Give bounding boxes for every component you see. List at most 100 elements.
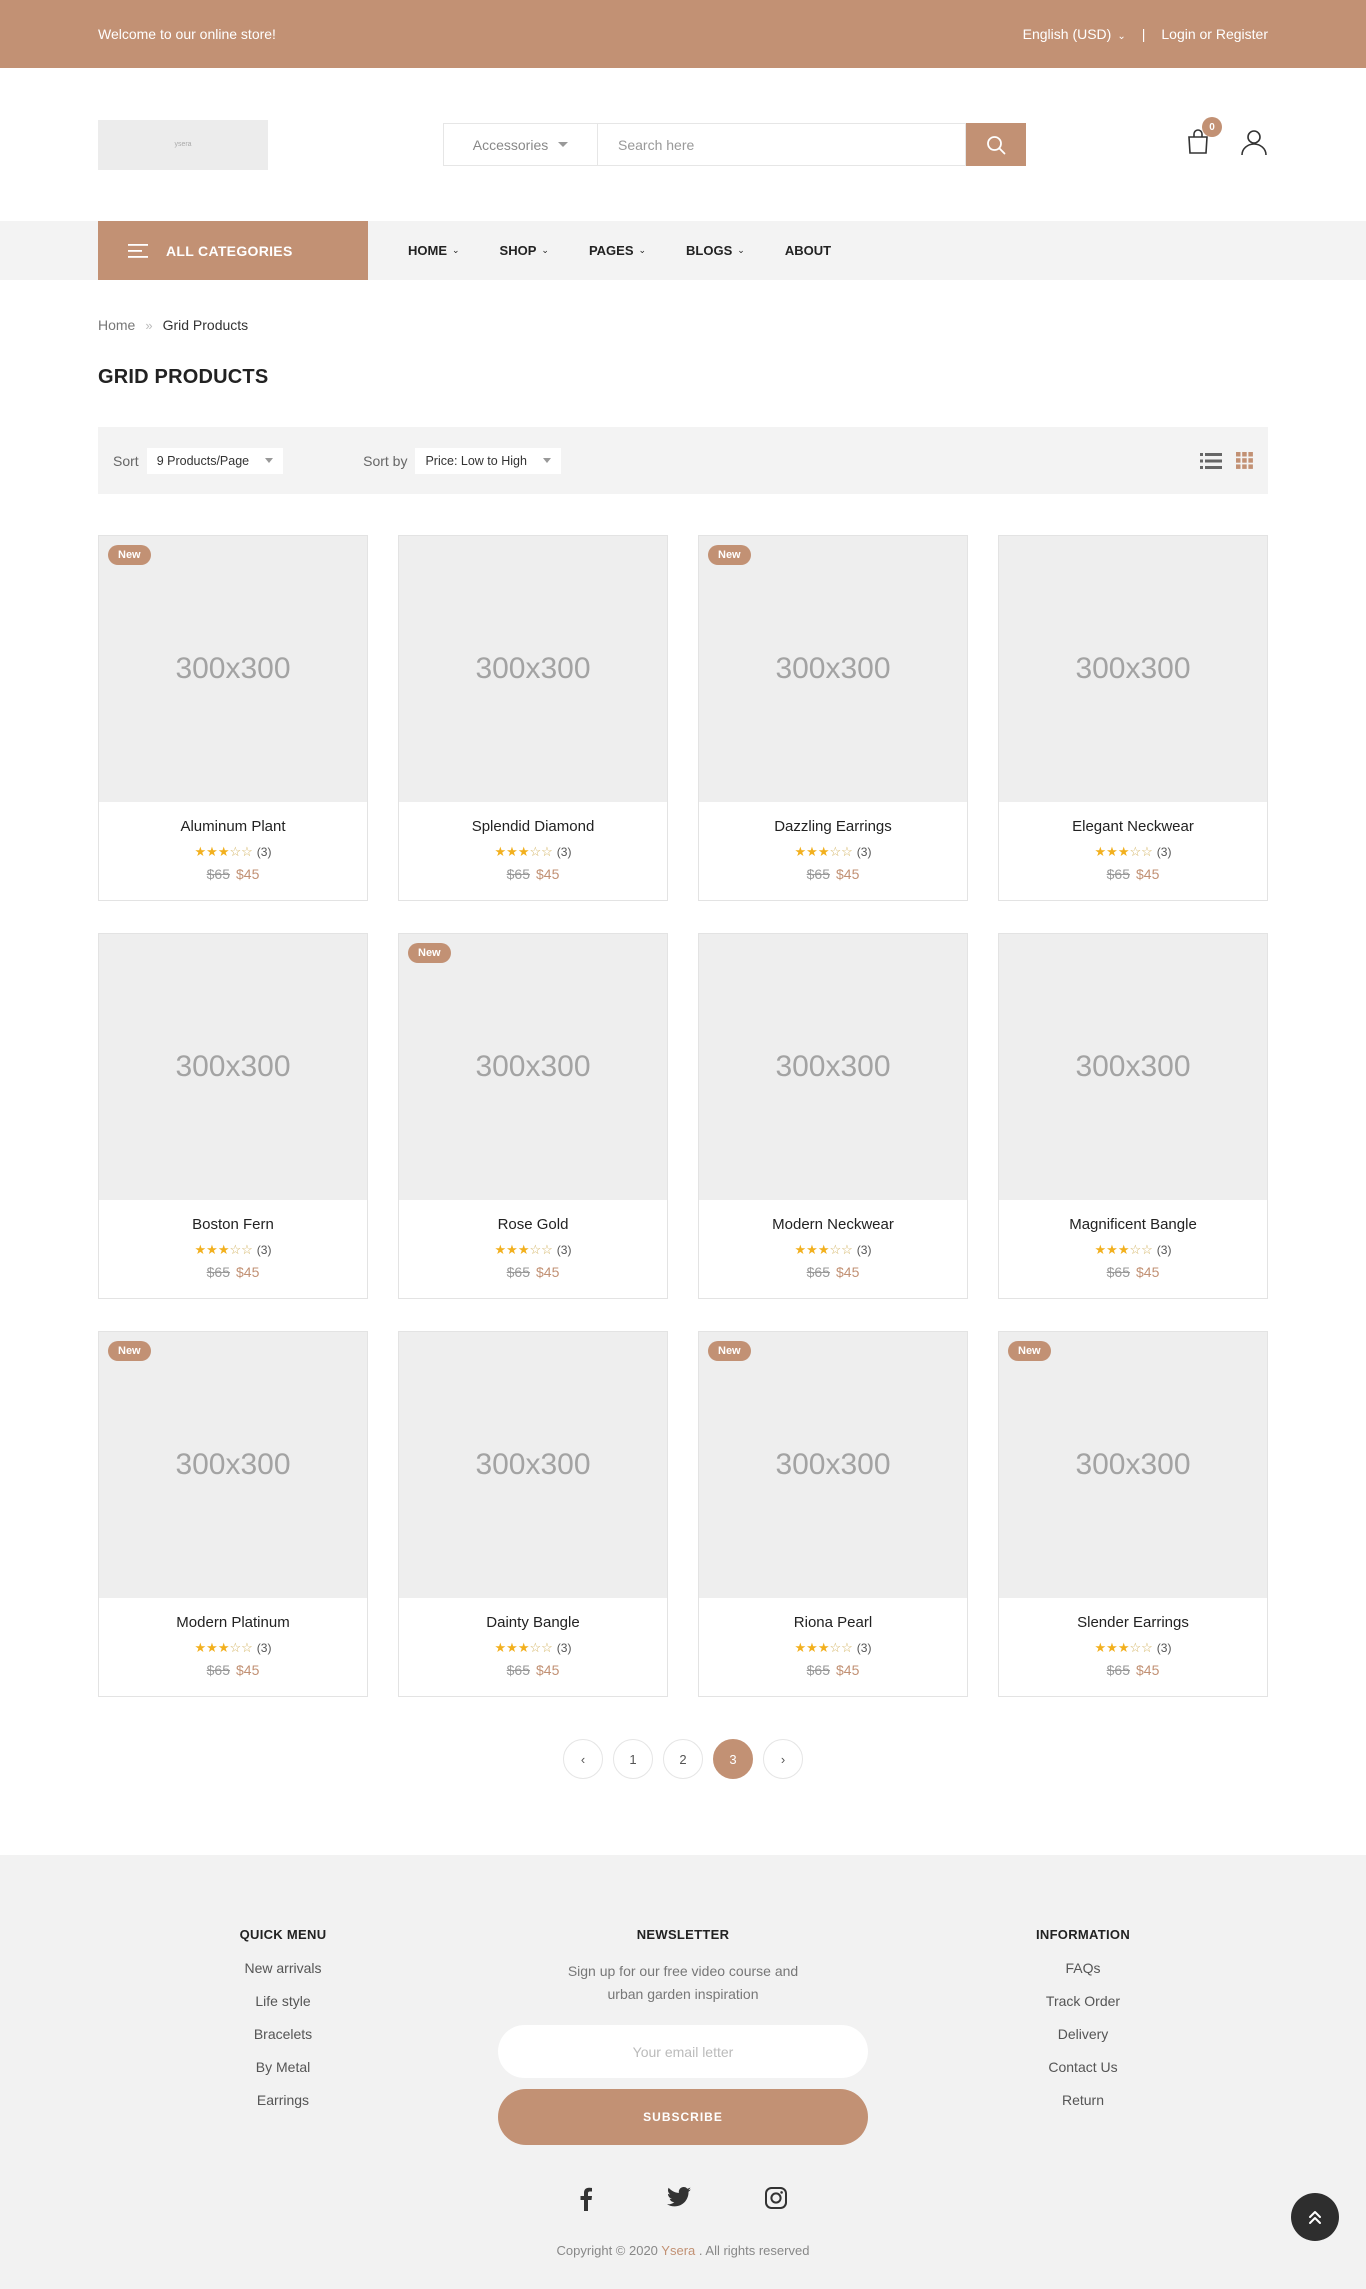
product-name[interactable]: Rose Gold (399, 1216, 667, 1233)
search-input[interactable]: Search here (598, 123, 966, 166)
product-card[interactable]: 300x300 Boston Fern ★★★☆☆ (3) $65 $45 (98, 933, 368, 1299)
product-card[interactable]: New 300x300 Dazzling Earrings ★★★☆☆ (3) … (698, 535, 968, 901)
login-link[interactable]: Login or Register (1161, 26, 1268, 42)
language-selector[interactable]: English (USD) ⌄ (1023, 26, 1126, 42)
product-rating: ★★★☆☆ (3) (699, 1242, 967, 1258)
nav-item-label: BLOGS (686, 243, 733, 258)
star-filled-icon: ★ (806, 1640, 818, 1655)
product-image[interactable]: 300x300 (399, 1332, 667, 1598)
product-name[interactable]: Riona Pearl (699, 1614, 967, 1631)
category-select[interactable]: Accessories (443, 123, 598, 166)
product-card[interactable]: 300x300 Dainty Bangle ★★★☆☆ (3) $65 $45 (398, 1331, 668, 1697)
product-card[interactable]: New 300x300 Riona Pearl ★★★☆☆ (3) $65 $45 (698, 1331, 968, 1697)
product-name[interactable]: Modern Platinum (99, 1614, 367, 1631)
product-card[interactable]: 300x300 Splendid Diamond ★★★☆☆ (3) $65 $4… (398, 535, 668, 901)
list-view-icon[interactable] (1200, 452, 1222, 470)
product-name[interactable]: Dainty Bangle (399, 1614, 667, 1631)
nav-item-pages[interactable]: PAGES ⌄ (589, 243, 646, 258)
search-icon (987, 135, 1006, 154)
footer-link[interactable]: Return (898, 2092, 1268, 2108)
star-empty-icon: ☆ (529, 1242, 542, 1257)
product-card[interactable]: 300x300 Elegant Neckwear ★★★☆☆ (3) $65 $4… (998, 535, 1268, 901)
footer-link[interactable]: Track Order (898, 1993, 1268, 2009)
product-card[interactable]: 300x300 Modern Neckwear ★★★☆☆ (3) $65 $45 (698, 933, 968, 1299)
product-name[interactable]: Slender Earrings (999, 1614, 1267, 1631)
breadcrumb-current: Grid Products (162, 317, 249, 333)
star-empty-icon: ☆ (529, 1640, 542, 1655)
footer-link[interactable]: Delivery (898, 2026, 1268, 2042)
footer-link[interactable]: Life style (98, 1993, 468, 2009)
footer-link[interactable]: Contact Us (898, 2059, 1268, 2075)
twitter-icon[interactable] (667, 2187, 691, 2207)
star-filled-icon: ★ (494, 1242, 507, 1257)
product-card[interactable]: New 300x300 Slender Earrings ★★★☆☆ (3) $… (998, 1331, 1268, 1697)
footer-link[interactable]: New arrivals (98, 1960, 468, 1976)
product-image[interactable]: 300x300 (399, 536, 667, 802)
cart-button[interactable]: 0 (1186, 117, 1222, 160)
star-filled-icon: ★ (1117, 1640, 1130, 1655)
breadcrumb-home[interactable]: Home (98, 317, 135, 333)
logo-text: ysera (174, 141, 192, 148)
newsletter-email-input[interactable]: Your email letter (498, 2025, 868, 2078)
footer-link[interactable]: By Metal (98, 2059, 468, 2075)
products-per-page-select[interactable]: 9 Products/Page (146, 447, 284, 474)
product-image[interactable]: 300x300 (99, 934, 367, 1200)
page-button-1[interactable]: 1 (613, 1739, 653, 1779)
back-to-top-button[interactable] (1291, 2193, 1339, 2241)
next-page-button[interactable]: › (763, 1739, 803, 1779)
nav-item-blogs[interactable]: BLOGS ⌄ (686, 243, 745, 258)
footer-heading: QUICK MENU (239, 1927, 327, 1942)
product-image[interactable]: 300x300 (699, 1332, 967, 1598)
product-name[interactable]: Magnificent Bangle (999, 1216, 1267, 1233)
copyright-brand-link[interactable]: Ysera (661, 2243, 695, 2258)
footer-link[interactable]: Earrings (98, 2092, 468, 2108)
product-name[interactable]: Aluminum Plant (99, 818, 367, 835)
product-name[interactable]: Elegant Neckwear (999, 818, 1267, 835)
star-empty-icon: ☆ (229, 844, 242, 859)
product-card[interactable]: New 300x300 Rose Gold ★★★☆☆ (3) $65 $45 (398, 933, 668, 1299)
star-empty-icon: ☆ (829, 1242, 842, 1257)
account-button[interactable] (1240, 128, 1268, 161)
grid-view-icon[interactable] (1236, 452, 1253, 469)
logo[interactable]: ysera (98, 119, 268, 170)
product-name[interactable]: Boston Fern (99, 1216, 367, 1233)
instagram-icon[interactable] (765, 2187, 787, 2209)
subscribe-button[interactable]: SUBSCRIBE (498, 2089, 868, 2145)
nav-item-home[interactable]: HOME ⌄ (408, 243, 460, 258)
product-name[interactable]: Dazzling Earrings (699, 818, 967, 835)
sortby-select[interactable]: Price: Low to High (415, 447, 561, 474)
product-image[interactable]: 300x300 (999, 536, 1267, 802)
product-image[interactable]: 300x300 (99, 536, 367, 802)
facebook-icon[interactable] (579, 2187, 593, 2211)
all-categories-button[interactable]: ALL CATEGORIES (98, 221, 368, 280)
product-image[interactable]: 300x300 (699, 536, 967, 802)
product-card[interactable]: 300x300 Magnificent Bangle ★★★☆☆ (3) $65… (998, 933, 1268, 1299)
sale-price: $45 (1136, 1264, 1160, 1280)
page-button-3[interactable]: 3 (713, 1739, 753, 1779)
rating-stars: ★★★☆☆ (495, 844, 553, 860)
star-filled-icon: ★ (1106, 1242, 1118, 1257)
review-count: (3) (856, 845, 872, 859)
product-image[interactable]: 300x300 (999, 934, 1267, 1200)
product-name[interactable]: Splendid Diamond (399, 818, 667, 835)
product-image[interactable]: 300x300 (699, 934, 967, 1200)
search-button[interactable] (966, 123, 1026, 166)
prev-page-button[interactable]: ‹ (563, 1739, 603, 1779)
nav-item-about[interactable]: ABOUT (785, 243, 831, 258)
product-image[interactable]: 300x300 (999, 1332, 1267, 1598)
product-image[interactable]: 300x300 (99, 1332, 367, 1598)
caret-down-icon (558, 142, 569, 147)
star-filled-icon: ★ (194, 1242, 207, 1257)
copyright: Copyright © 2020 Ysera . All rights rese… (98, 2243, 1268, 2258)
product-name[interactable]: Modern Neckwear (699, 1216, 967, 1233)
footer-link[interactable]: Bracelets (98, 2026, 468, 2042)
product-card[interactable]: New 300x300 Modern Platinum ★★★☆☆ (3) $6… (98, 1331, 368, 1697)
sale-price: $45 (836, 1662, 860, 1678)
product-image[interactable]: 300x300 (399, 934, 667, 1200)
footer-link[interactable]: FAQs (898, 1960, 1268, 1976)
star-filled-icon: ★ (517, 1640, 530, 1655)
product-card[interactable]: New 300x300 Aluminum Plant ★★★☆☆ (3) $65… (98, 535, 368, 901)
old-price: $65 (206, 866, 230, 882)
nav-item-shop[interactable]: SHOP ⌄ (500, 243, 549, 258)
page-button-2[interactable]: 2 (663, 1739, 703, 1779)
